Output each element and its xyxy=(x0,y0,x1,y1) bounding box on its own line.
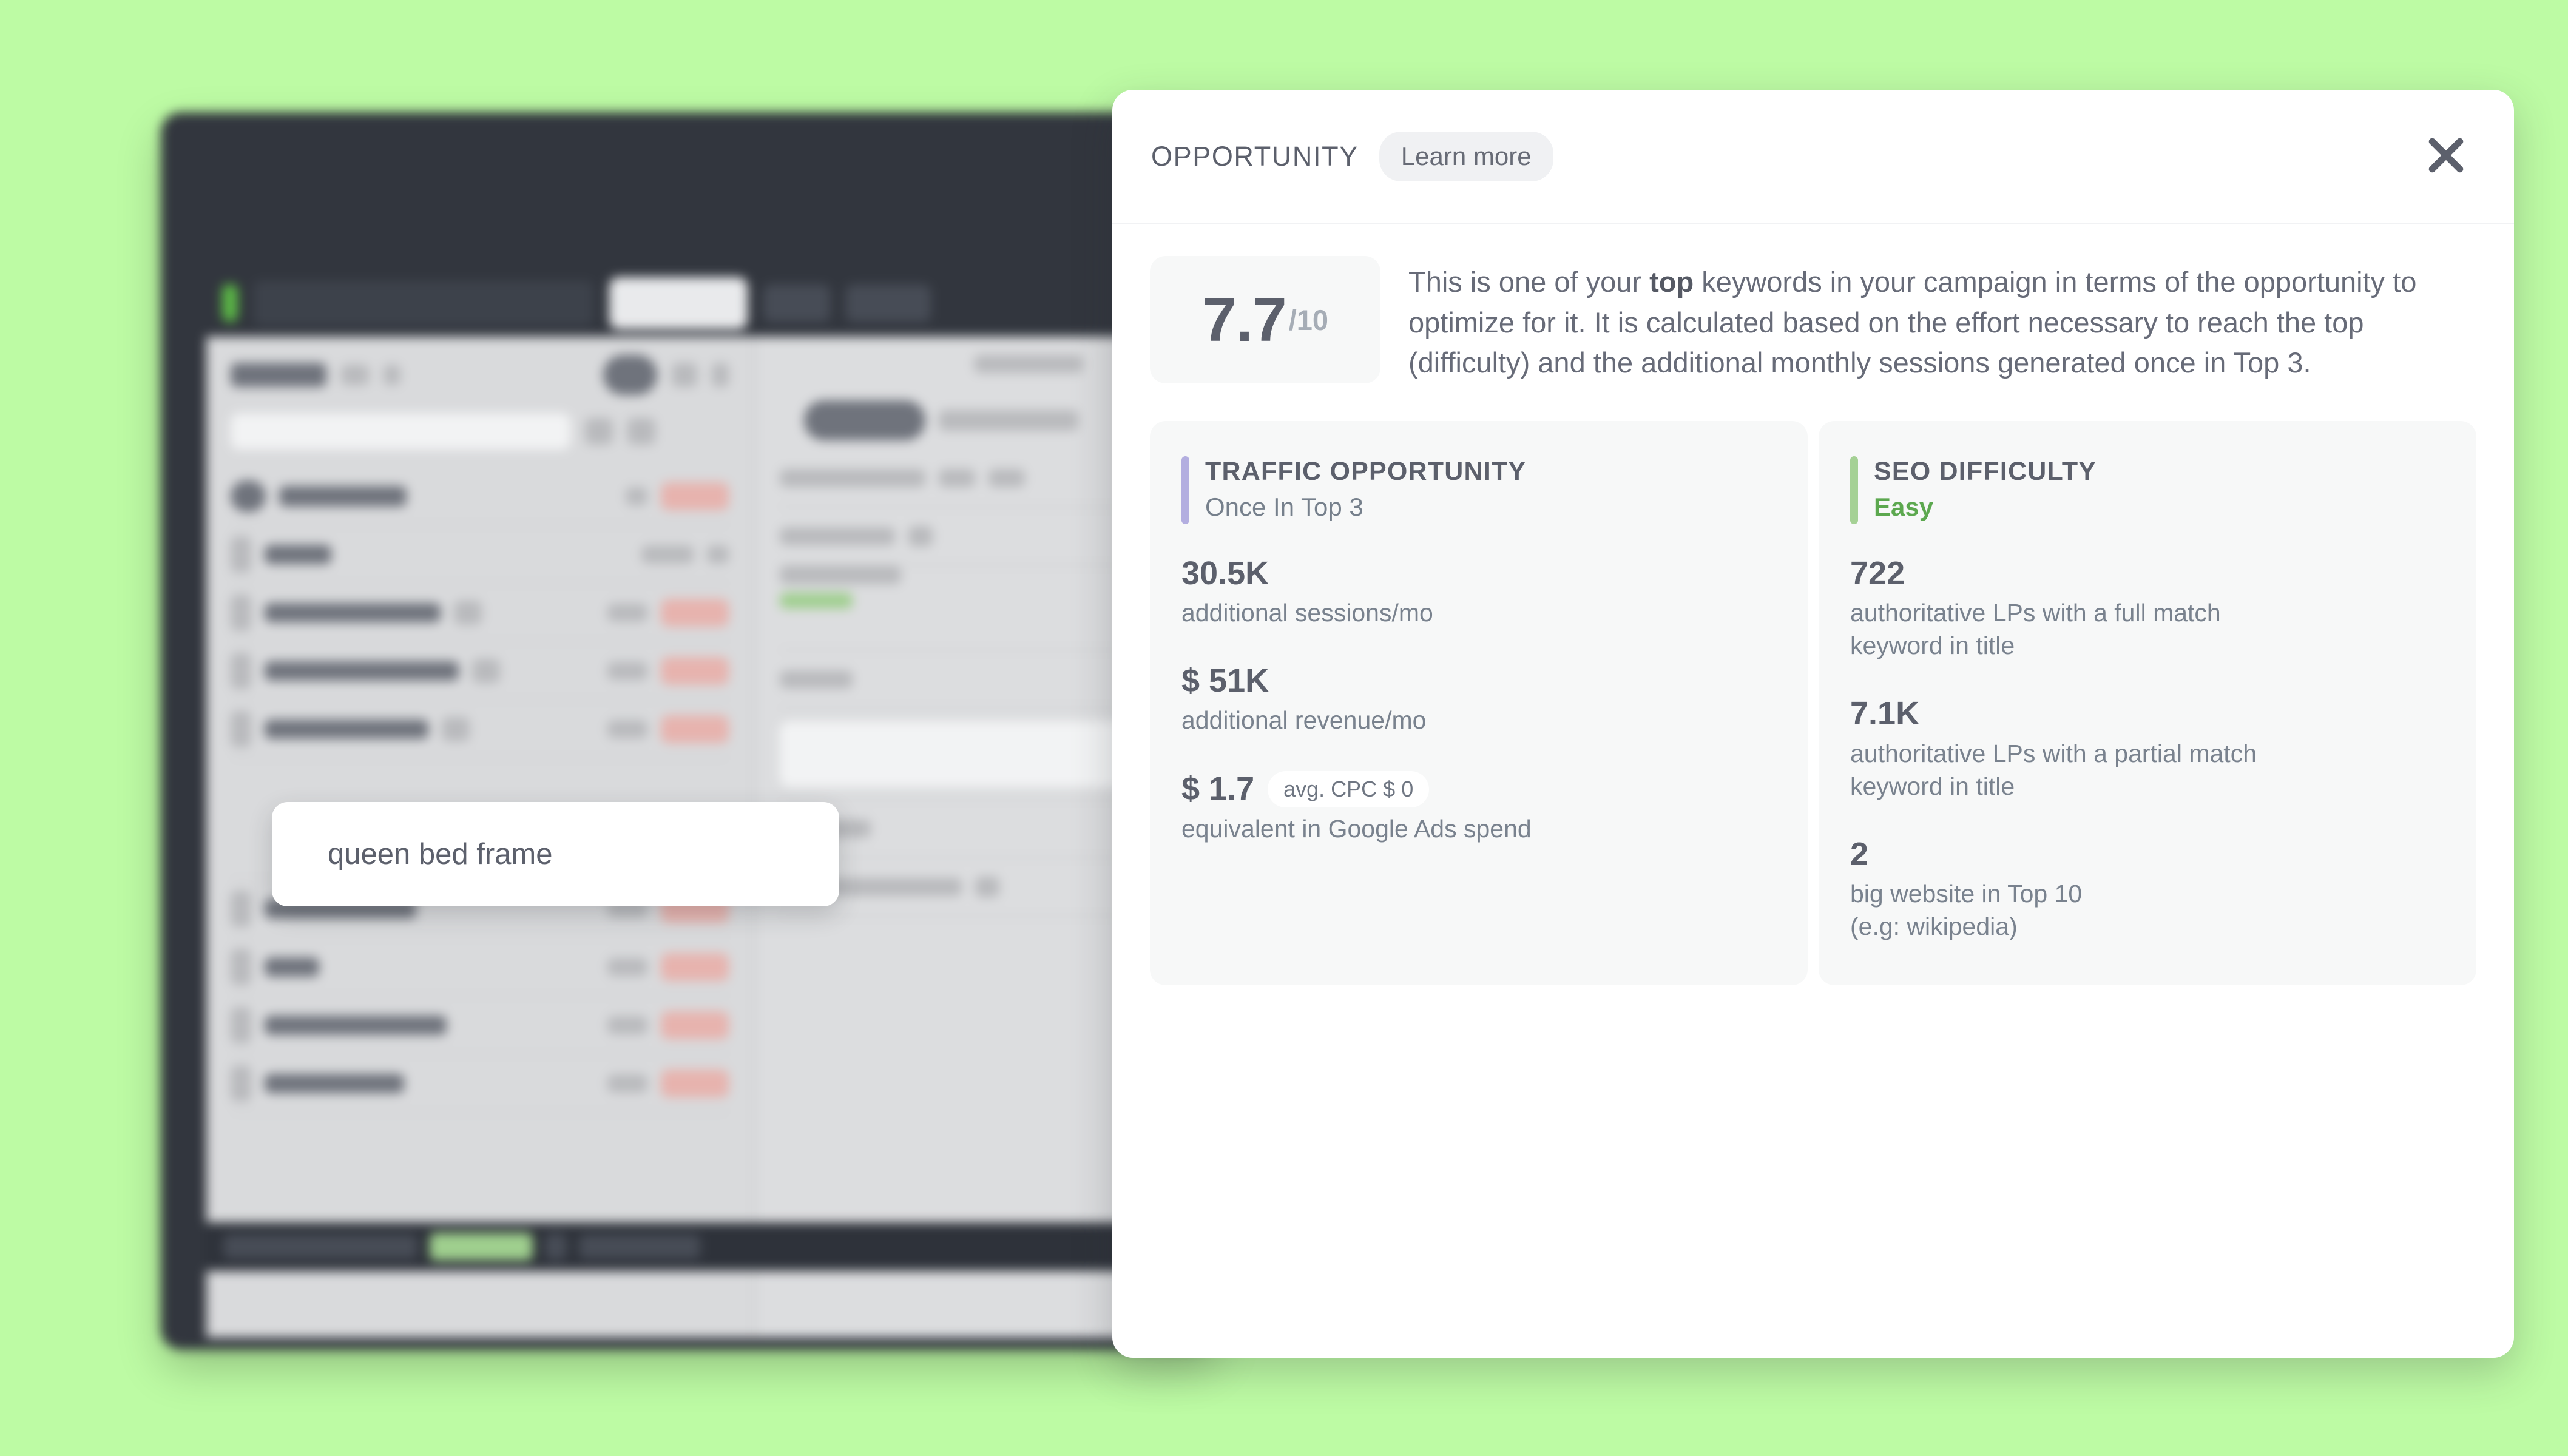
opportunity-score-box: 7.7 /10 xyxy=(1150,256,1380,384)
app-list-row xyxy=(231,1055,729,1113)
avg-cpc-badge: avg. CPC $ 0 xyxy=(1268,770,1430,807)
summary-text-emphasis: top xyxy=(1649,266,1694,298)
app-list-row xyxy=(231,468,729,526)
seo-difficulty-title: SEO DIFFICULTY xyxy=(1874,457,2097,487)
app-list-row xyxy=(231,939,729,997)
metric-value: $ 51K xyxy=(1181,662,1269,699)
metric-value: 722 xyxy=(1850,554,1905,592)
app-list-row xyxy=(231,584,729,642)
metric-item: 7.1K authoritative LPs with a partial ma… xyxy=(1850,695,2476,803)
seo-difficulty-subtitle: Easy xyxy=(1874,492,1934,521)
metric-caption: authoritative LPs with a partial match k… xyxy=(1850,739,2257,800)
page-title: OPPORTUNITY xyxy=(1151,140,1359,172)
app-toolbar xyxy=(206,271,1217,335)
metric-cards-container: TRAFFIC OPPORTUNITY Once In Top 3 30.5K … xyxy=(1112,389,2514,1024)
metric-caption: additional revenue/mo xyxy=(1181,706,1427,735)
metric-caption: big website in Top 10 (e.g: wikipedia) xyxy=(1850,880,2083,941)
app-list-row xyxy=(231,997,729,1055)
card-header: SEO DIFFICULTY Easy xyxy=(1850,456,2476,524)
opportunity-panel: OPPORTUNITY Learn more 7.7 /10 This is o… xyxy=(1112,90,2514,1358)
metric-caption: equivalent in Google Ads spend xyxy=(1181,814,1532,843)
metric-caption: additional sessions/mo xyxy=(1181,598,1433,627)
background-app-window xyxy=(161,112,1217,1350)
metric-value: 2 xyxy=(1850,835,1869,872)
app-tab-active xyxy=(609,277,748,329)
metric-caption: authoritative LPs with a full match keyw… xyxy=(1850,598,2221,660)
traffic-opportunity-card: TRAFFIC OPPORTUNITY Once In Top 3 30.5K … xyxy=(1150,421,1808,986)
close-button[interactable] xyxy=(2418,129,2474,184)
app-tab-tertiary xyxy=(846,284,931,322)
app-list-row xyxy=(231,701,729,759)
opportunity-score-value: 7.7 xyxy=(1201,285,1287,354)
app-list-row xyxy=(231,526,729,584)
traffic-opportunity-subtitle: Once In Top 3 xyxy=(1205,492,1363,521)
app-logo-icon xyxy=(222,284,238,322)
panel-header: OPPORTUNITY Learn more xyxy=(1112,90,2514,224)
keyword-tooltip-label: queen bed frame xyxy=(328,838,553,871)
metric-item: $ 1.7 avg. CPC $ 0 equivalent in Google … xyxy=(1181,770,1808,845)
metric-item: 722 authoritative LPs with a full match … xyxy=(1850,554,2476,662)
metric-item: $ 51K additional revenue/mo xyxy=(1181,662,1808,737)
metric-value: $ 1.7 xyxy=(1181,770,1255,807)
app-search-input xyxy=(254,280,593,326)
learn-more-button[interactable]: Learn more xyxy=(1379,131,1553,181)
summary-section: 7.7 /10 This is one of your top keywords… xyxy=(1112,224,2514,389)
opportunity-score-denominator: /10 xyxy=(1288,303,1329,336)
traffic-opportunity-title: TRAFFIC OPPORTUNITY xyxy=(1205,457,1527,487)
app-bottom-bar xyxy=(206,1222,1217,1271)
metric-item: 30.5K additional sessions/mo xyxy=(1181,554,1808,630)
seo-difficulty-card: SEO DIFFICULTY Easy 722 authoritative LP… xyxy=(1819,421,2476,986)
keyword-tooltip: queen bed frame xyxy=(272,802,839,906)
card-header: TRAFFIC OPPORTUNITY Once In Top 3 xyxy=(1181,456,1808,524)
app-tab-secondary xyxy=(763,284,830,322)
accent-bar-difficulty xyxy=(1850,456,1858,524)
metric-value: 7.1K xyxy=(1850,695,1920,732)
summary-text-part1: This is one of your xyxy=(1408,266,1650,298)
app-topbar xyxy=(161,112,1217,264)
metric-item: 2 big website in Top 10 (e.g: wikipedia) xyxy=(1850,835,2476,943)
close-icon xyxy=(2422,132,2470,181)
accent-bar-traffic xyxy=(1181,456,1189,524)
metric-value: 30.5K xyxy=(1181,554,1269,592)
app-list-row xyxy=(231,642,729,701)
summary-description: This is one of your top keywords in your… xyxy=(1408,256,2476,383)
